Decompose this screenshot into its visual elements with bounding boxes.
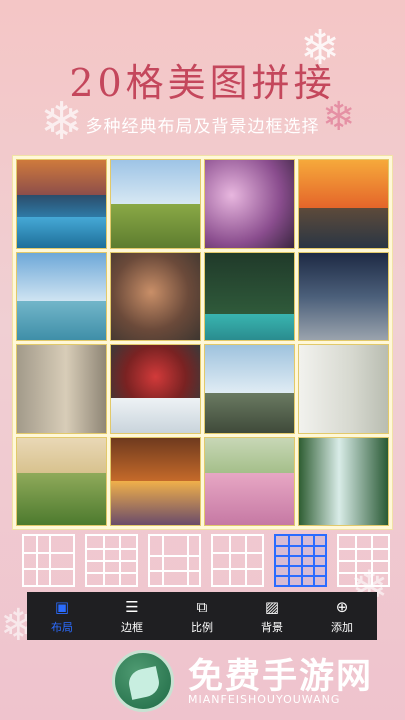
collage-photo-hills[interactable] [16, 436, 107, 526]
collage-photo-camera-woman[interactable] [110, 251, 201, 341]
tool-background[interactable]: ▨ 背景 [261, 598, 283, 635]
tool-layout[interactable]: ▣ 布局 [51, 598, 73, 635]
tool-layout-label: 布局 [51, 620, 73, 634]
collage-photo-meadow[interactable] [110, 159, 201, 249]
tool-border[interactable]: ☰ 边框 [121, 598, 143, 635]
tool-background-label: 背景 [261, 620, 283, 634]
collage-photo-stairs-woman[interactable] [16, 344, 107, 434]
collage-photo-forest[interactable] [204, 251, 295, 341]
layout-icon: ▣ [54, 597, 70, 616]
layout-pattern-bar[interactable] [22, 530, 397, 590]
layout-pattern-5[interactable] [274, 533, 327, 587]
layout-pattern-2[interactable] [85, 533, 138, 587]
border-icon: ☰ [125, 597, 139, 616]
page-subtitle: 多种经典布局及背景边框选择 [85, 117, 320, 137]
site-name: 免费手游网 [188, 657, 374, 697]
tool-ratio[interactable]: ⧉ 比例 [191, 598, 213, 635]
collage-photo-sunset-water[interactable] [298, 159, 389, 249]
collage-photo-waterfall[interactable] [298, 436, 389, 526]
page-title: 20格美图拼接 [69, 61, 336, 105]
tool-add-label: 添加 [331, 620, 353, 634]
tool-ratio-label: 比例 [191, 620, 213, 634]
tool-border-label: 边框 [121, 620, 143, 634]
collage-photo-city-sunset[interactable] [110, 436, 201, 526]
collage-photo-dolls-snow[interactable] [110, 344, 201, 434]
photo-collage[interactable] [12, 155, 393, 530]
layout-pattern-6[interactable] [337, 533, 390, 587]
layout-pattern-4[interactable] [211, 533, 264, 587]
collage-photo-blossoms[interactable] [204, 159, 295, 249]
collage-photo-flower-woman[interactable] [298, 344, 389, 434]
background-icon: ▨ [264, 597, 280, 616]
layout-pattern-3[interactable] [148, 533, 201, 587]
site-logo [112, 650, 174, 712]
site-url: MIANFEISHOUYOUWANG [188, 693, 341, 706]
collage-photo-castle[interactable] [204, 344, 295, 434]
collage-photo-street[interactable] [298, 251, 389, 341]
ratio-icon: ⧉ [196, 597, 208, 616]
collage-photo-sky-lake[interactable] [16, 251, 107, 341]
collage-photo-mountain-lake[interactable] [16, 159, 107, 249]
layout-pattern-1[interactable] [22, 533, 75, 587]
collage-photo-field-woman[interactable] [204, 436, 295, 526]
tool-add[interactable]: ⊕ 添加 [331, 598, 353, 635]
add-icon: ⊕ [335, 597, 349, 616]
bottom-toolbar: ▣ 布局 ☰ 边框 ⧉ 比例 ▨ 背景 ⊕ 添加 [27, 592, 377, 640]
